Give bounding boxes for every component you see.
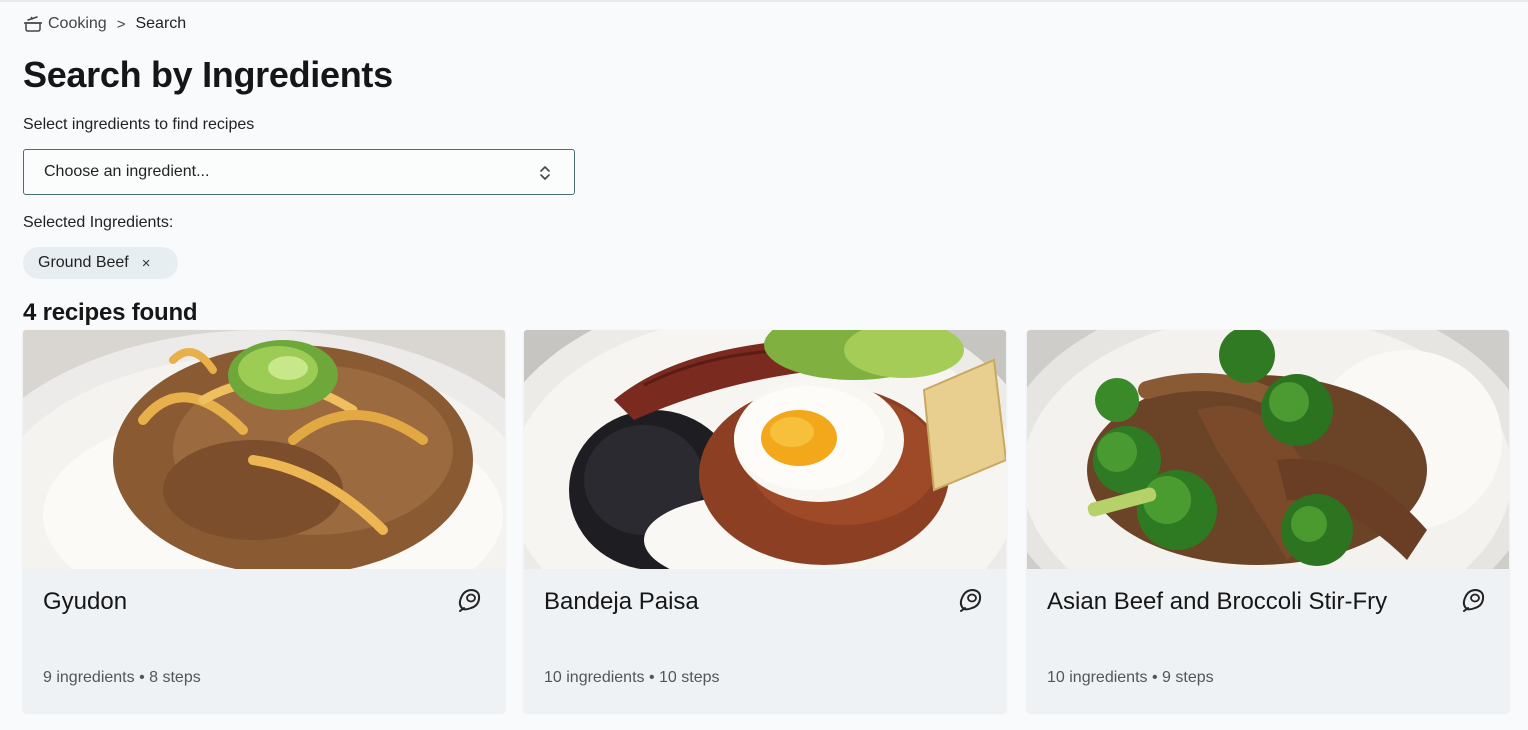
ingredient-chip-label: Ground Beef — [38, 254, 129, 271]
meta-separator: • — [1151, 669, 1158, 686]
recipe-meta: 10 ingredients • 10 steps — [544, 669, 720, 687]
recipe-card-beef-broccoli[interactable]: Asian Beef and Broccoli Stir-Fry 10 ingr… — [1027, 330, 1509, 712]
recipe-image-beef-broccoli — [1027, 330, 1509, 569]
recipe-title: Bandeja Paisa — [544, 588, 699, 615]
recipe-card-gyudon[interactable]: Gyudon 9 ingredients • 8 steps — [23, 330, 505, 712]
step-count: 9 steps — [1162, 669, 1214, 686]
meta-separator: • — [648, 669, 655, 686]
breadcrumb-cooking-link[interactable]: Cooking — [48, 15, 107, 33]
chevron-right-icon: > — [116, 15, 126, 33]
top-border — [0, 0, 1528, 2]
chevron-up-down-icon — [540, 166, 550, 180]
ingredient-count: 9 ingredients — [43, 669, 135, 686]
recipe-card-bandeja-paisa[interactable]: Bandeja Paisa 10 ingredients • 10 steps — [524, 330, 1006, 712]
recipe-meta: 9 ingredients • 8 steps — [43, 669, 201, 687]
ingredient-select[interactable]: Choose an ingredient... — [23, 149, 575, 195]
meat-icon[interactable] — [455, 586, 483, 614]
results-count: 4 recipes found — [23, 299, 198, 326]
recipe-image-gyudon — [23, 330, 505, 569]
meat-icon[interactable] — [956, 586, 984, 614]
recipe-image-bandeja-paisa — [524, 330, 1006, 569]
selected-ingredients-label: Selected Ingredients: — [23, 214, 174, 231]
ingredient-chip: Ground Beef × — [23, 247, 178, 279]
recipe-title: Gyudon — [43, 588, 128, 615]
breadcrumb-current: Search — [135, 15, 187, 32]
recipe-meta: 10 ingredients • 9 steps — [1047, 669, 1214, 687]
ingredient-select-placeholder: Choose an ingredient... — [44, 163, 210, 180]
remove-ingredient-button[interactable]: × — [142, 256, 151, 271]
step-count: 8 steps — [149, 669, 201, 686]
ingredient-select-label: Select ingredients to find recipes — [23, 116, 255, 133]
page-title: Search by Ingredients — [23, 54, 393, 95]
ingredient-count: 10 ingredients — [544, 669, 645, 686]
pot-icon — [24, 16, 42, 32]
ingredient-count: 10 ingredients — [1047, 669, 1148, 686]
recipe-title: Asian Beef and Broccoli Stir-Fry — [1047, 588, 1388, 615]
meta-separator: • — [139, 669, 145, 686]
breadcrumb: Cooking > Search — [23, 14, 186, 34]
step-count: 10 steps — [659, 669, 720, 686]
meat-icon[interactable] — [1459, 586, 1487, 614]
